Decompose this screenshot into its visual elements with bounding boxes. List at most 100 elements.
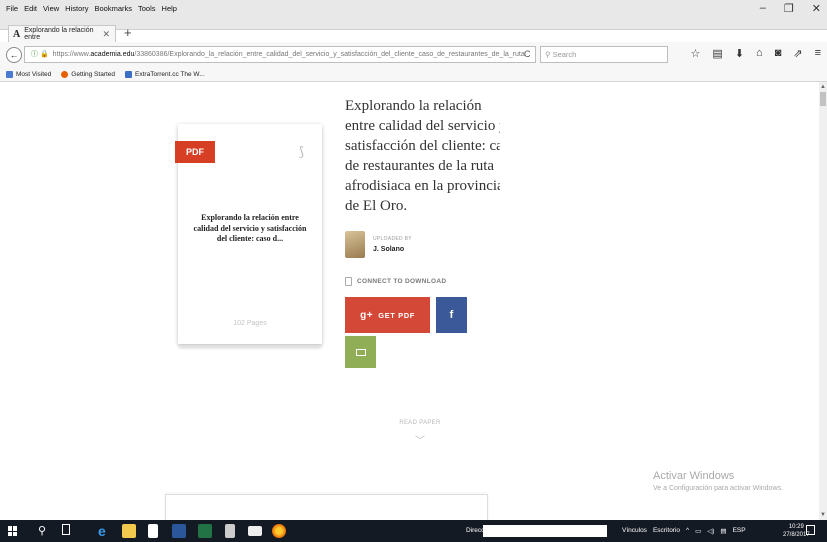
links-toolbar[interactable]: Vínculos: [622, 527, 647, 535]
search-input[interactable]: ⚲ Search: [540, 46, 668, 63]
url-bar[interactable]: ⓘ 🔒 https://www.academia.edu/33860386/Exp…: [24, 46, 536, 63]
avatar[interactable]: [345, 231, 365, 258]
page-icon: [125, 70, 133, 78]
minimize-button[interactable]: –: [760, 2, 766, 15]
calculator-icon[interactable]: [225, 524, 235, 538]
document-card-title: Explorando la relación entre calidad del…: [193, 213, 307, 243]
facebook-button[interactable]: f: [436, 297, 467, 333]
email-button[interactable]: [345, 336, 376, 368]
close-tab-icon[interactable]: ✕: [102, 29, 110, 40]
url-scheme: https://www.: [52, 51, 91, 58]
bookmarks-bar: Most Visited Getting Started ExtraTorren…: [0, 67, 827, 82]
title-line: de El Oro.: [345, 198, 408, 214]
word-icon[interactable]: [172, 524, 186, 538]
page-count: 102 Pages: [233, 320, 267, 327]
tray-chevron-icon[interactable]: ^: [686, 527, 689, 535]
watermark-title: Activar Windows: [653, 470, 735, 482]
uploaded-by-label: UPLOADED BY: [373, 236, 412, 242]
download-icon[interactable]: ⬇: [735, 47, 744, 60]
firefox-icon[interactable]: [272, 524, 286, 538]
url-host: academia.edu: [90, 51, 135, 58]
document-icon: [345, 277, 352, 286]
search-icon[interactable]: ⚲: [38, 524, 46, 537]
acrobat-icon: ⟆: [298, 144, 304, 159]
window-controls: – ❐ ✕: [760, 2, 821, 15]
desktop-toolbar[interactable]: Escritorio: [653, 527, 680, 535]
language-indicator[interactable]: ESP: [733, 527, 746, 535]
google-plus-icon: g+: [360, 309, 374, 321]
pocket-icon[interactable]: ◙: [775, 47, 782, 60]
bookmark-label: Getting Started: [71, 70, 116, 78]
new-tab-button[interactable]: +: [124, 25, 132, 40]
scroll-down-icon[interactable]: ▼: [820, 512, 826, 518]
title-line: entre calidad del servicio y: [345, 118, 500, 134]
reader-icon[interactable]: ▤: [712, 47, 722, 60]
document-thumbnail[interactable]: PDF ⟆ Explorando la relación entre calid…: [175, 124, 322, 344]
navigation-bar: ← ⓘ 🔒 https://www.academia.edu/33860386/E…: [0, 42, 827, 68]
bookmark-label: ExtraTorrent.cc The W...: [135, 70, 205, 78]
network-icon[interactable]: ▭: [695, 527, 701, 535]
file-explorer-icon[interactable]: [122, 524, 136, 538]
menu-tools[interactable]: Tools: [138, 4, 156, 13]
activation-watermark: Activar Windows Ve a Configuración para …: [653, 470, 783, 492]
bookmark-extratorrent[interactable]: ExtraTorrent.cc The W...: [125, 70, 205, 78]
academia-favicon-icon: A: [13, 28, 21, 40]
edge-icon[interactable]: e: [98, 524, 112, 538]
vertical-scrollbar[interactable]: ▲ ▼: [819, 82, 827, 520]
title-line: Explorando la relación: [345, 98, 482, 114]
menu-bookmarks[interactable]: Bookmarks: [95, 4, 133, 13]
lock-icon: ⓘ 🔒: [31, 51, 49, 58]
browser-tab[interactable]: A Explorando la relación entre ✕: [8, 25, 116, 42]
title-line: satisfacción del cliente: caso: [345, 138, 500, 154]
menu-view[interactable]: View: [43, 4, 59, 13]
share-icon[interactable]: ⇗: [793, 47, 802, 60]
close-window-button[interactable]: ✕: [812, 2, 821, 15]
bookmark-getting-started[interactable]: Getting Started: [61, 70, 116, 78]
title-line: afrodisiaca en la provincia: [345, 178, 500, 194]
bookmark-most-visited[interactable]: Most Visited: [6, 70, 52, 78]
windows-start-icon[interactable]: [8, 526, 18, 536]
windows-taskbar: ⚲ e Dirección Vínculos Escritorio ^ ▭ ◁)…: [0, 520, 827, 542]
page-content: PDF ⟆ Explorando la relación entre calid…: [0, 82, 819, 520]
facebook-icon: f: [449, 309, 454, 321]
url-path: /33860386/Explorando_la_relación_entre_c…: [134, 51, 525, 58]
menu-edit[interactable]: Edit: [24, 4, 37, 13]
back-button[interactable]: ←: [6, 47, 22, 63]
menu-file[interactable]: File: [6, 4, 18, 13]
maximize-button[interactable]: ❐: [784, 2, 794, 15]
star-icon[interactable]: ☆: [691, 47, 701, 60]
search-placeholder: Search: [552, 50, 577, 59]
connect-to-download: CONNECT TO DOWNLOAD: [345, 277, 446, 286]
paper-preview: [165, 494, 488, 520]
search-icon: ⚲: [545, 50, 553, 59]
scrollbar-thumb[interactable]: [820, 92, 826, 106]
scroll-up-icon[interactable]: ▲: [820, 84, 826, 90]
system-tray: Vínculos Escritorio ^ ▭ ◁) ▤ ESP: [622, 527, 746, 535]
get-pdf-label: GET PDF: [378, 310, 415, 320]
firefox-icon: [61, 70, 69, 78]
address-toolbar-input[interactable]: [483, 525, 607, 537]
menu-icon[interactable]: ≡: [815, 47, 821, 60]
tab-title: Explorando la relación entre: [24, 27, 94, 41]
bookmark-label: Most Visited: [16, 70, 52, 78]
watermark-subtitle: Ve a Configuración para activar Windows.: [653, 485, 783, 492]
store-icon[interactable]: [148, 524, 158, 538]
reload-button[interactable]: C: [524, 46, 531, 63]
envelope-icon: [355, 348, 366, 356]
notifications-icon[interactable]: [806, 525, 815, 535]
title-line: de restaurantes de la ruta: [345, 158, 495, 174]
read-paper-label[interactable]: READ PAPER: [380, 420, 460, 426]
chevron-down-icon[interactable]: ﹀: [410, 432, 430, 447]
google-get-pdf-button[interactable]: g+ GET PDF: [345, 297, 430, 333]
task-view-icon[interactable]: [62, 524, 70, 535]
keyboard-icon[interactable]: ▤: [720, 527, 726, 535]
uploader-name[interactable]: J. Solano: [373, 246, 404, 253]
home-icon[interactable]: ⌂: [756, 47, 763, 60]
menu-help[interactable]: Help: [162, 4, 177, 13]
movie-maker-icon[interactable]: [248, 526, 262, 536]
volume-icon[interactable]: ◁): [707, 527, 714, 535]
folder-icon: [6, 70, 13, 78]
pdf-badge: PDF: [175, 141, 215, 163]
excel-icon[interactable]: [198, 524, 212, 538]
menu-history[interactable]: History: [65, 4, 88, 13]
